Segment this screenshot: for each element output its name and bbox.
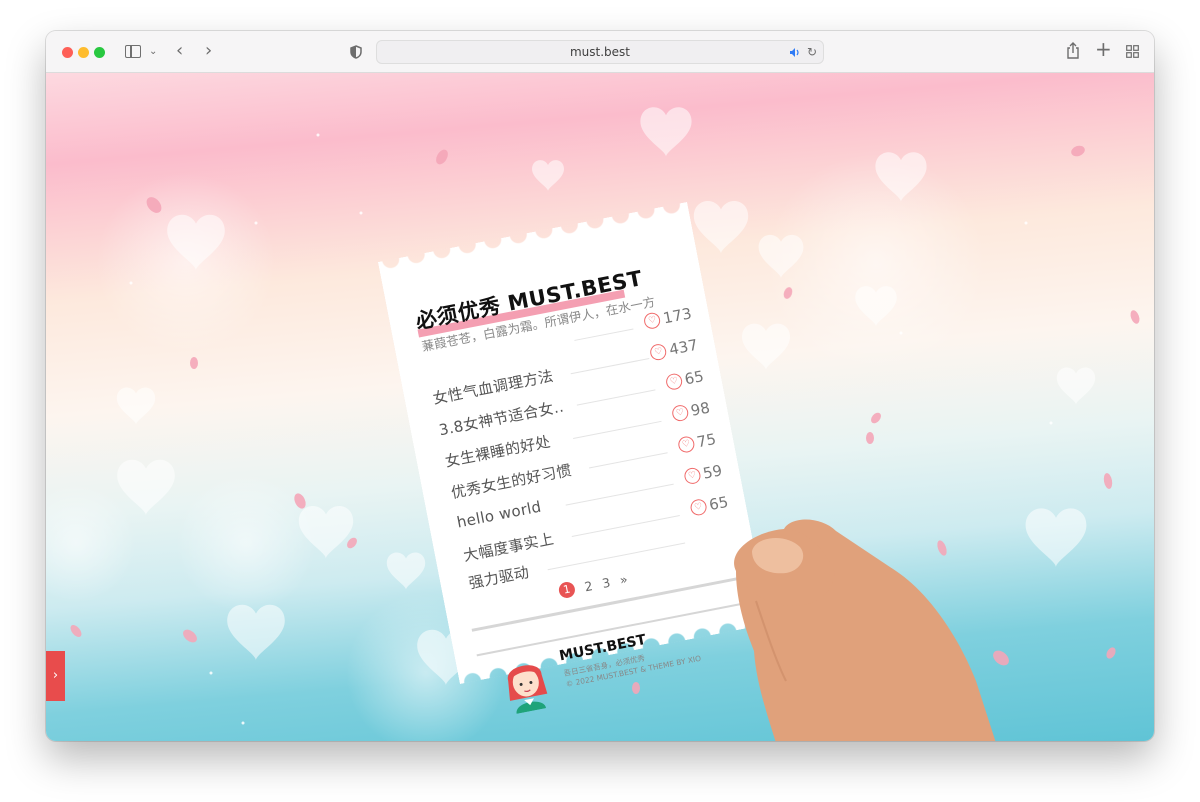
browser-window: ⌄ ‹ › must.best ↻ + › 必须优秀 MUST.BEST 蒹葭苍… (46, 31, 1154, 741)
hand-illustration (734, 519, 996, 741)
side-panel-toggle[interactable]: › (46, 651, 65, 701)
dotted-leader (570, 357, 650, 375)
dotted-leader (574, 328, 634, 341)
dotted-leader (573, 420, 662, 439)
chevron-down-icon[interactable]: ⌄ (149, 44, 157, 60)
post-title[interactable]: 强力驱动 (467, 561, 531, 593)
like-count: 437 (667, 335, 700, 359)
page-3-button[interactable]: 3 (601, 574, 612, 590)
forward-icon[interactable]: › (205, 42, 212, 60)
heart-icon: ♡ (643, 311, 662, 331)
like-count: 75 (695, 429, 718, 452)
heart-icon: ♡ (670, 403, 690, 423)
heart-icon: ♡ (676, 435, 696, 454)
like-count: 173 (661, 304, 694, 328)
page-viewport: › 必须优秀 MUST.BEST 蒹葭苍苍，白露为霜。所谓伊人，在水一方 ♡ 1… (46, 73, 1154, 741)
new-tab-icon[interactable]: + (1095, 39, 1112, 59)
back-icon[interactable]: ‹ (176, 42, 183, 60)
page-1-button[interactable]: 1 (557, 580, 577, 600)
like-count: 98 (689, 398, 712, 420)
browser-toolbar: ⌄ ‹ › must.best ↻ + (46, 31, 1154, 73)
zoom-window-button[interactable] (94, 47, 105, 58)
avatar (507, 665, 548, 714)
sidebar-icon[interactable] (125, 45, 141, 58)
like-count: 59 (701, 461, 724, 483)
close-window-button[interactable] (62, 47, 73, 58)
speaker-icon[interactable] (789, 47, 801, 58)
tab-overview-icon[interactable] (1126, 45, 1139, 58)
heart-icon: ♡ (664, 372, 684, 392)
dotted-leader (576, 389, 656, 406)
like-count: 65 (683, 367, 706, 389)
heart-icon: ♡ (649, 342, 668, 362)
reload-icon[interactable]: ↻ (807, 41, 817, 63)
shield-icon[interactable] (350, 45, 362, 59)
page-2-button[interactable]: 2 (583, 578, 594, 594)
url-text: must.best (569, 45, 631, 59)
address-bar[interactable]: must.best ↻ (376, 40, 824, 64)
share-icon[interactable] (1066, 42, 1080, 60)
minimize-window-button[interactable] (78, 47, 89, 58)
dotted-leader (588, 452, 668, 469)
chevron-right-icon: › (52, 668, 59, 683)
heart-icon: ♡ (682, 466, 702, 486)
